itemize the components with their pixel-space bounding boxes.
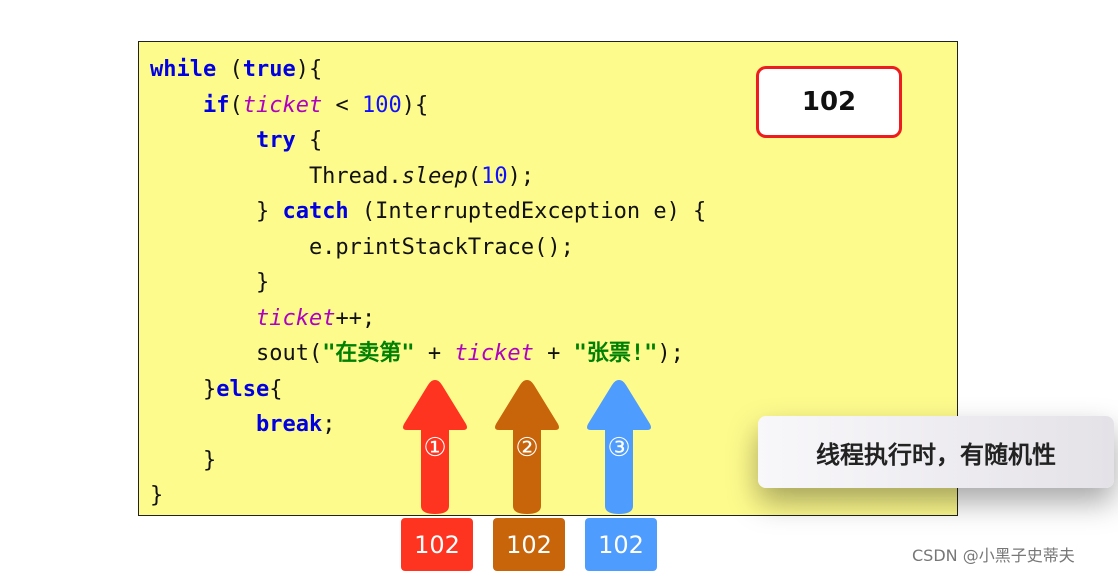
code-line: if(ticket < 100){ <box>150 88 706 124</box>
code-token: sout( <box>150 341 323 366</box>
code-line: sout("在卖第" + ticket + "张票!"); <box>150 336 706 372</box>
code-token: } <box>150 376 217 402</box>
thread-ticket-value: 102 <box>401 518 473 571</box>
code-token: } <box>150 199 283 224</box>
thread-arrow-icon: ③ <box>587 380 651 514</box>
code-token: "张票!" <box>573 341 658 366</box>
code-token: ){ <box>295 57 323 82</box>
code-token: + <box>414 341 455 366</box>
tooltip-callout: 线程执行时，有随机性 <box>758 416 1114 488</box>
code-token: catch <box>282 199 349 224</box>
code-token: e.printStackTrace(); <box>150 234 574 260</box>
code-token: true <box>242 57 296 82</box>
code-token: else <box>216 376 270 402</box>
code-token: break <box>255 412 323 437</box>
code-token: sleep <box>401 163 468 189</box>
code-line: } catch (InterruptedException e) { <box>150 194 706 230</box>
ticket-counter-value: 102 <box>801 87 857 117</box>
code-token: < <box>322 92 362 118</box>
code-line: Thread.sleep(10); <box>150 159 706 195</box>
tooltip-text: 线程执行时，有随机性 <box>816 440 1056 469</box>
code-token: } <box>150 270 270 295</box>
code-token: ){ <box>401 92 429 118</box>
code-token: } <box>150 447 217 473</box>
thread-number: ① <box>423 433 446 463</box>
watermark: CSDN @小黑子史蒂夫 <box>912 546 1075 565</box>
code-token: 100 <box>361 92 402 118</box>
code-line: } <box>150 265 706 301</box>
code-token: while <box>150 57 217 82</box>
code-token: { <box>269 376 283 402</box>
ticket-counter-box: 102 <box>756 66 902 138</box>
code-token: ); <box>657 341 684 366</box>
code-token: ; <box>322 412 336 437</box>
code-line: try { <box>150 123 706 159</box>
code-token: ticket <box>255 305 336 331</box>
code-token: ticket <box>454 341 534 366</box>
thread-arrow-icon: ② <box>495 380 559 514</box>
thread-number: ② <box>515 433 538 463</box>
code-token: + <box>533 341 574 366</box>
code-token: try <box>255 128 296 153</box>
code-token: { <box>295 128 323 153</box>
thread-ticket-value: 102 <box>585 518 657 571</box>
code-token: ticket <box>242 92 323 118</box>
code-token: } <box>150 483 164 508</box>
code-token: (InterruptedException e) { <box>348 199 707 224</box>
code-token: ( <box>467 163 482 189</box>
code-token: Thread. <box>150 163 402 189</box>
code-line: while (true){ <box>150 52 706 88</box>
thread-number: ③ <box>607 433 630 463</box>
code-token: ( <box>216 57 243 82</box>
code-token: 10 <box>481 163 508 189</box>
code-token: if <box>202 92 230 118</box>
code-token: ); <box>507 163 535 189</box>
code-token: ( <box>229 92 243 118</box>
thread-arrow-icon: ① <box>403 380 467 514</box>
thread-ticket-value: 102 <box>493 518 565 571</box>
code-token: "在卖第" <box>322 341 415 366</box>
code-line: e.printStackTrace(); <box>150 230 706 266</box>
code-token: ++; <box>335 305 376 331</box>
code-line: ticket++; <box>150 301 706 337</box>
